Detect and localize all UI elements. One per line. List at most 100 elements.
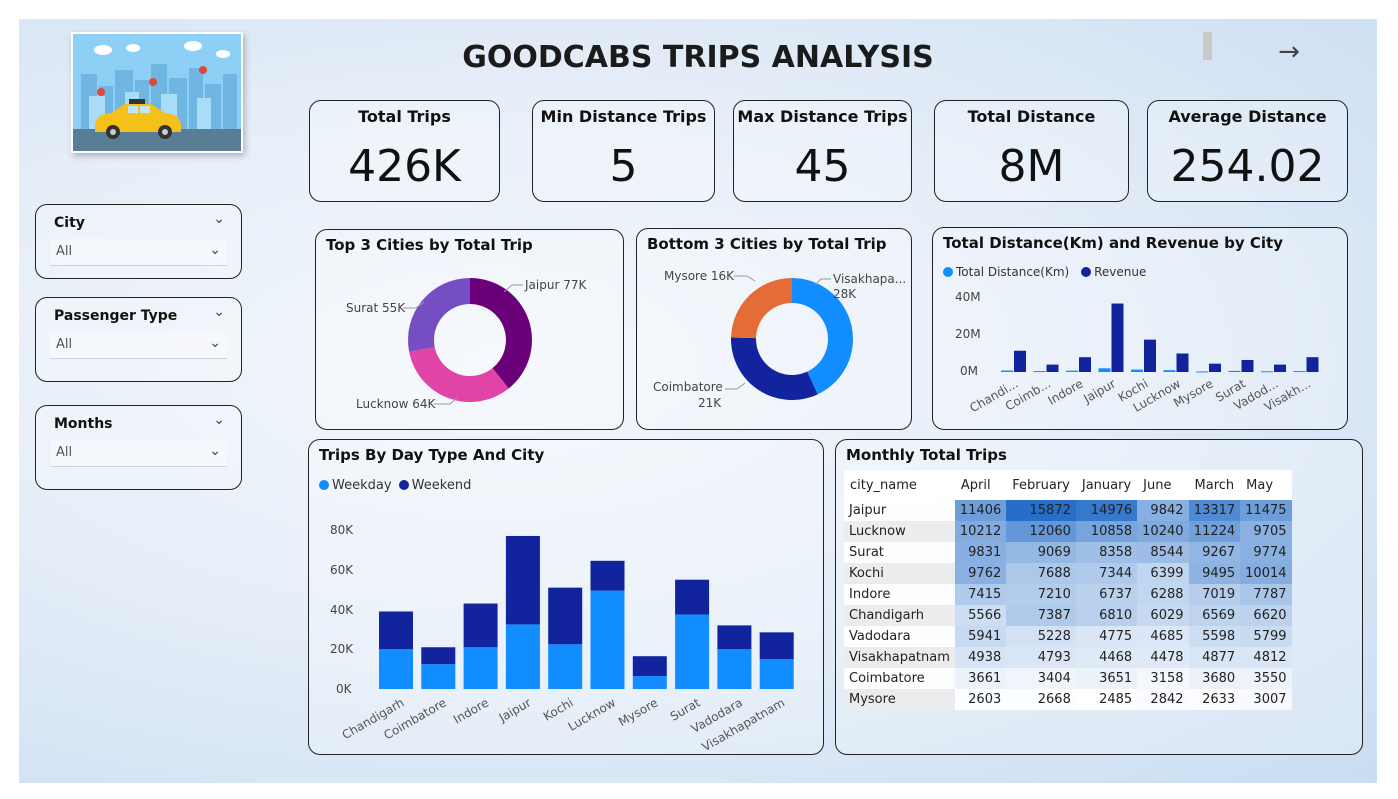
distance-revenue-chart: Total Distance(Km) and Revenue by City T… — [932, 227, 1348, 430]
trips-cell: 10240 — [1137, 521, 1189, 542]
day-type-chart: Trips By Day Type And City Weekday Weeke… — [308, 439, 824, 755]
kpi-value: 8M — [998, 141, 1065, 192]
next-page-button[interactable]: → — [1273, 37, 1305, 73]
trips-cell: 7019 — [1188, 584, 1241, 605]
chevron-down-icon: ⌄ — [209, 335, 221, 351]
bar-revenue — [1241, 359, 1254, 372]
label-visakhapatnam: Visakhapa... — [833, 272, 907, 286]
table-row[interactable]: Visakhapatnam 4938 4793 4468 4478 4877 4812 — [844, 647, 1292, 668]
city-cell: Mysore — [844, 689, 955, 710]
bar-weekday — [717, 649, 752, 689]
trips-cell: 7688 — [1006, 563, 1076, 584]
table-row[interactable]: Jaipur 11406 15872 14976 9842 13317 11475 — [844, 500, 1292, 521]
trips-cell: 7787 — [1240, 584, 1292, 605]
chevron-down-icon[interactable]: ⌄ — [213, 412, 225, 428]
city-slicer[interactable]: City ⌄ All ⌄ — [35, 204, 242, 279]
kpi-value: 254.02 — [1170, 141, 1325, 192]
column-header[interactable]: May — [1240, 470, 1292, 500]
kpi-title: Max Distance Trips — [737, 107, 908, 126]
trips-cell: 14976 — [1075, 500, 1138, 521]
trips-cell: 10014 — [1240, 563, 1292, 584]
trips-cell: 12060 — [1006, 521, 1076, 542]
trips-cell: 9831 — [954, 542, 1007, 563]
column-header[interactable]: January — [1075, 470, 1138, 500]
slice-mysore — [731, 278, 792, 339]
trips-cell: 4468 — [1075, 647, 1138, 668]
slicer-value: All — [56, 244, 73, 259]
bar-weekend — [548, 587, 583, 645]
city-cell: Visakhapatnam — [844, 647, 955, 668]
trips-cell: 3680 — [1188, 668, 1241, 689]
city-cell: Chandigarh — [844, 605, 955, 626]
trips-cell: 2668 — [1006, 689, 1076, 710]
kpi-value: 426K — [348, 141, 461, 192]
distance-revenue-plot: Chandi...Coimb...IndoreJaipurKochiLuckno… — [967, 303, 1319, 415]
column-header[interactable]: April — [954, 470, 1007, 500]
x-tick-label: Indore — [451, 695, 491, 726]
table-row[interactable]: Kochi 9762 7688 7344 6399 9495 10014 — [844, 563, 1292, 584]
table-row[interactable]: Indore 7415 7210 6737 6288 7019 7787 — [844, 584, 1292, 605]
kpi-total-trips: Total Trips 426K — [309, 100, 500, 202]
bar-distance — [1066, 370, 1078, 372]
bar-weekday — [421, 664, 456, 689]
trips-cell: 2485 — [1075, 689, 1138, 710]
kpi-total-distance: Total Distance 8M — [934, 100, 1129, 202]
bar-weekday — [548, 644, 583, 689]
table-row[interactable]: Mysore 2603 2668 2485 2842 2633 3007 — [844, 689, 1292, 710]
months-slicer[interactable]: Months ⌄ All ⌄ — [35, 405, 242, 490]
trips-cell: 13317 — [1188, 500, 1241, 521]
bar-distance — [1098, 368, 1111, 372]
trips-cell: 6620 — [1240, 605, 1292, 626]
trips-cell: 3404 — [1006, 668, 1076, 689]
passenger-type-slicer[interactable]: Passenger Type ⌄ All ⌄ — [35, 297, 242, 382]
bar-distance — [1293, 371, 1306, 373]
table-row[interactable]: Coimbatore 3661 3404 3651 3158 3680 3550 — [844, 668, 1292, 689]
label-visakhapatnam-value: 28K — [833, 287, 857, 301]
column-header[interactable]: June — [1137, 470, 1189, 500]
trips-cell: 9069 — [1006, 542, 1076, 563]
trips-cell: 2633 — [1188, 689, 1241, 710]
months-dropdown[interactable]: All ⌄ — [50, 440, 227, 467]
table-row[interactable]: Chandigarh 5566 7387 6810 6029 6569 6620 — [844, 605, 1292, 626]
column-header[interactable]: February — [1006, 470, 1076, 500]
trips-cell: 6569 — [1188, 605, 1241, 626]
table-row[interactable]: Lucknow 10212 12060 10858 10240 11224 9705 — [844, 521, 1292, 542]
chevron-down-icon: ⌄ — [209, 443, 221, 459]
trips-cell: 3651 — [1075, 668, 1138, 689]
column-header[interactable]: city_name — [844, 470, 955, 500]
scroll-handle[interactable] — [1203, 32, 1212, 60]
passenger-type-dropdown[interactable]: All ⌄ — [50, 332, 227, 359]
trips-cell: 9267 — [1188, 542, 1241, 563]
bar-weekend — [759, 632, 794, 660]
table-row[interactable]: Vadodara 5941 5228 4775 4685 5598 5799 — [844, 626, 1292, 647]
trips-cell: 10212 — [954, 521, 1007, 542]
column-header[interactable]: March — [1188, 470, 1241, 500]
city-dropdown[interactable]: All ⌄ — [50, 239, 227, 266]
city-cell: Kochi — [844, 563, 955, 584]
trips-cell: 5799 — [1240, 626, 1292, 647]
trips-cell: 5566 — [954, 605, 1007, 626]
trips-cell: 10858 — [1075, 521, 1138, 542]
bar-revenue — [1014, 350, 1026, 372]
label-coimbatore: Coimbatore — [653, 380, 723, 394]
trips-cell: 3550 — [1240, 668, 1292, 689]
trips-cell: 4812 — [1240, 647, 1292, 668]
x-tick-label: Jaipur — [1080, 376, 1118, 406]
trips-cell: 9705 — [1240, 521, 1292, 542]
bar-distance — [1131, 369, 1143, 372]
trips-cell: 8544 — [1137, 542, 1189, 563]
chevron-down-icon[interactable]: ⌄ — [213, 304, 225, 320]
trips-cell: 4685 — [1137, 626, 1189, 647]
chevron-down-icon[interactable]: ⌄ — [213, 211, 225, 227]
trips-cell: 5941 — [954, 626, 1007, 647]
kpi-value: 45 — [794, 141, 851, 192]
slicer-label: Passenger Type — [54, 308, 178, 324]
trips-cell: 3661 — [954, 668, 1007, 689]
bar-weekend — [675, 579, 710, 615]
table-row[interactable]: Surat 9831 9069 8358 8544 9267 9774 — [844, 542, 1292, 563]
trips-cell: 8358 — [1075, 542, 1138, 563]
city-cell: Lucknow — [844, 521, 955, 542]
bar-revenue — [1144, 339, 1156, 372]
label-coimbatore-value: 21K — [698, 396, 722, 410]
trips-cell: 6288 — [1137, 584, 1189, 605]
